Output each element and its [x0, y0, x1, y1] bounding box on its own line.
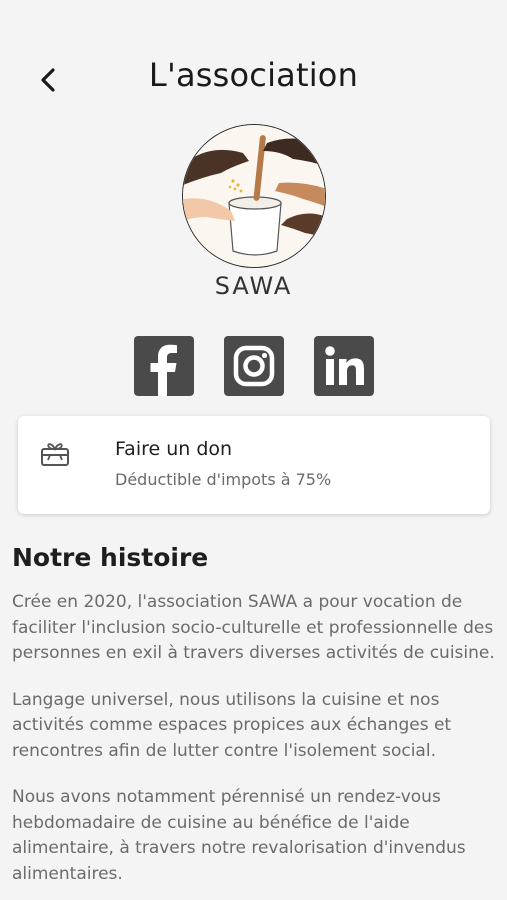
gift-card-icon: [41, 443, 69, 466]
donate-card[interactable]: Faire un don Déductible d'impots à 75%: [18, 416, 490, 514]
association-logo: SAWA: [0, 124, 507, 300]
donate-title: Faire un don: [115, 438, 233, 460]
donate-subtitle: Déductible d'impots à 75%: [115, 470, 332, 489]
cooking-hands-illustration: [182, 125, 325, 267]
logo-emblem: [181, 124, 326, 268]
linkedin-button[interactable]: [313, 336, 374, 396]
page-title: L'association: [148, 56, 359, 94]
story-paragraph: Nous avons notamment pérennisé un rendez…: [12, 787, 466, 884]
section-title: Notre histoire: [12, 543, 209, 572]
instagram-button[interactable]: [223, 336, 284, 396]
linkedin-icon: [324, 346, 364, 385]
story-body: Crée en 2020, l'association SAWA a pour …: [12, 590, 496, 900]
story-paragraph: Crée en 2020, l'association SAWA a pour …: [12, 592, 495, 663]
header: L'association: [0, 40, 507, 110]
logo-wordmark: SAWA: [214, 272, 293, 300]
facebook-icon: [150, 344, 177, 396]
status-bar: [0, 0, 507, 28]
social-links: [0, 336, 507, 396]
chevron-left-icon: [41, 68, 55, 92]
donate-text: Faire un don Déductible d'impots à 75%: [115, 438, 331, 489]
story-paragraph: Langage universel, nous utilisons la cui…: [12, 689, 452, 761]
instagram-icon: [233, 345, 274, 387]
back-button[interactable]: [28, 60, 68, 100]
facebook-button[interactable]: [133, 336, 194, 396]
